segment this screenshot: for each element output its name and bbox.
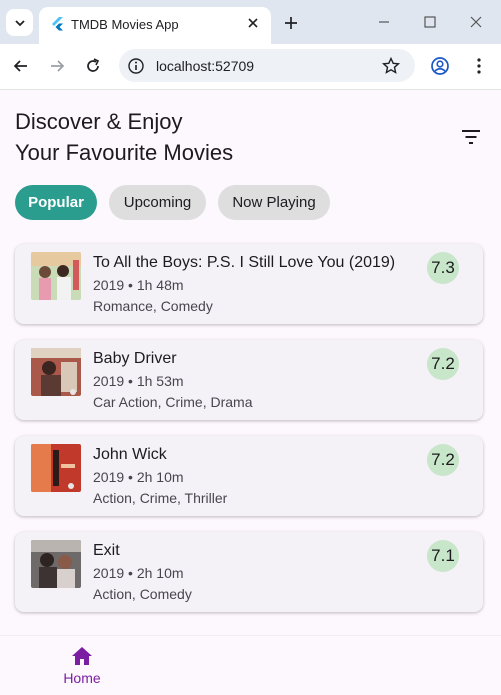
rating-badge: 7.1	[427, 540, 459, 572]
movie-genres: Car Action, Crime, Drama	[93, 394, 253, 410]
tab-search-button[interactable]	[6, 9, 33, 36]
chip-label: Popular	[28, 194, 84, 211]
movie-card[interactable]: Baby Driver 2019 • 1h 53m Car Action, Cr…	[15, 340, 483, 420]
movie-meta: 2019 • 1h 48m	[93, 277, 184, 293]
minimize-icon[interactable]	[374, 12, 394, 32]
movie-title: John Wick	[93, 446, 167, 463]
movie-genres: Action, Crime, Thriller	[93, 490, 228, 506]
close-icon[interactable]	[245, 15, 261, 31]
chip-popular[interactable]: Popular	[15, 185, 97, 220]
plus-icon[interactable]	[282, 14, 300, 32]
nav-home-label: Home	[63, 670, 101, 686]
movie-meta: 2019 • 1h 53m	[93, 373, 184, 389]
rating-badge: 7.3	[427, 252, 459, 284]
maximize-icon[interactable]	[420, 12, 440, 32]
browser-toolbar: localhost:52709	[0, 44, 501, 90]
movie-title: Baby Driver	[93, 350, 177, 367]
rating-badge: 7.2	[427, 444, 459, 476]
movie-meta: 2019 • 2h 10m	[93, 469, 184, 485]
chip-upcoming[interactable]: Upcoming	[109, 185, 206, 220]
page-title-line2: Your Favourite Movies	[15, 140, 234, 165]
tab-title: TMDB Movies App	[71, 17, 179, 32]
info-icon[interactable]	[127, 57, 145, 75]
back-icon[interactable]	[11, 56, 31, 76]
bottom-nav: Home	[0, 635, 501, 695]
movie-title: Exit	[93, 542, 120, 559]
movie-card[interactable]: John Wick 2019 • 2h 10m Action, Crime, T…	[15, 436, 483, 516]
browser-tabstrip: TMDB Movies App	[0, 0, 501, 44]
url-text: localhost:52709	[156, 58, 255, 74]
movie-genres: Action, Comedy	[93, 586, 192, 602]
movie-poster	[31, 252, 81, 300]
movie-meta: 2019 • 2h 10m	[93, 565, 184, 581]
star-icon[interactable]	[381, 56, 401, 76]
flutter-icon	[52, 17, 63, 31]
filter-icon[interactable]	[460, 128, 482, 146]
close-window-icon[interactable]	[466, 12, 486, 32]
forward-icon[interactable]	[47, 56, 67, 76]
movie-card[interactable]: Exit 2019 • 2h 10m Action, Comedy 7.1	[15, 532, 483, 612]
movie-poster	[31, 444, 81, 492]
app-content: Discover & Enjoy Your Favourite Movies P…	[0, 90, 501, 695]
movie-card[interactable]: To All the Boys: P.S. I Still Love You (…	[15, 244, 483, 324]
home-icon	[72, 647, 92, 665]
reload-icon[interactable]	[83, 56, 103, 76]
page-title: Discover & Enjoy Your Favourite Movies	[15, 106, 233, 168]
page-title-line1: Discover & Enjoy	[15, 109, 183, 134]
chip-label: Now Playing	[232, 194, 316, 211]
movie-poster	[31, 540, 81, 588]
movie-genres: Romance, Comedy	[93, 298, 213, 314]
chevron-down-icon	[14, 19, 25, 26]
address-bar[interactable]: localhost:52709	[119, 49, 415, 82]
chip-now-playing[interactable]: Now Playing	[218, 185, 330, 220]
movie-poster	[31, 348, 81, 396]
more-vert-icon[interactable]	[469, 56, 489, 76]
rating-badge: 7.2	[427, 348, 459, 380]
browser-tab[interactable]: TMDB Movies App	[39, 7, 271, 44]
profile-icon[interactable]	[430, 56, 450, 76]
nav-home[interactable]: Home	[58, 646, 108, 691]
movie-title: To All the Boys: P.S. I Still Love You (…	[93, 254, 396, 271]
chip-label: Upcoming	[123, 194, 192, 211]
